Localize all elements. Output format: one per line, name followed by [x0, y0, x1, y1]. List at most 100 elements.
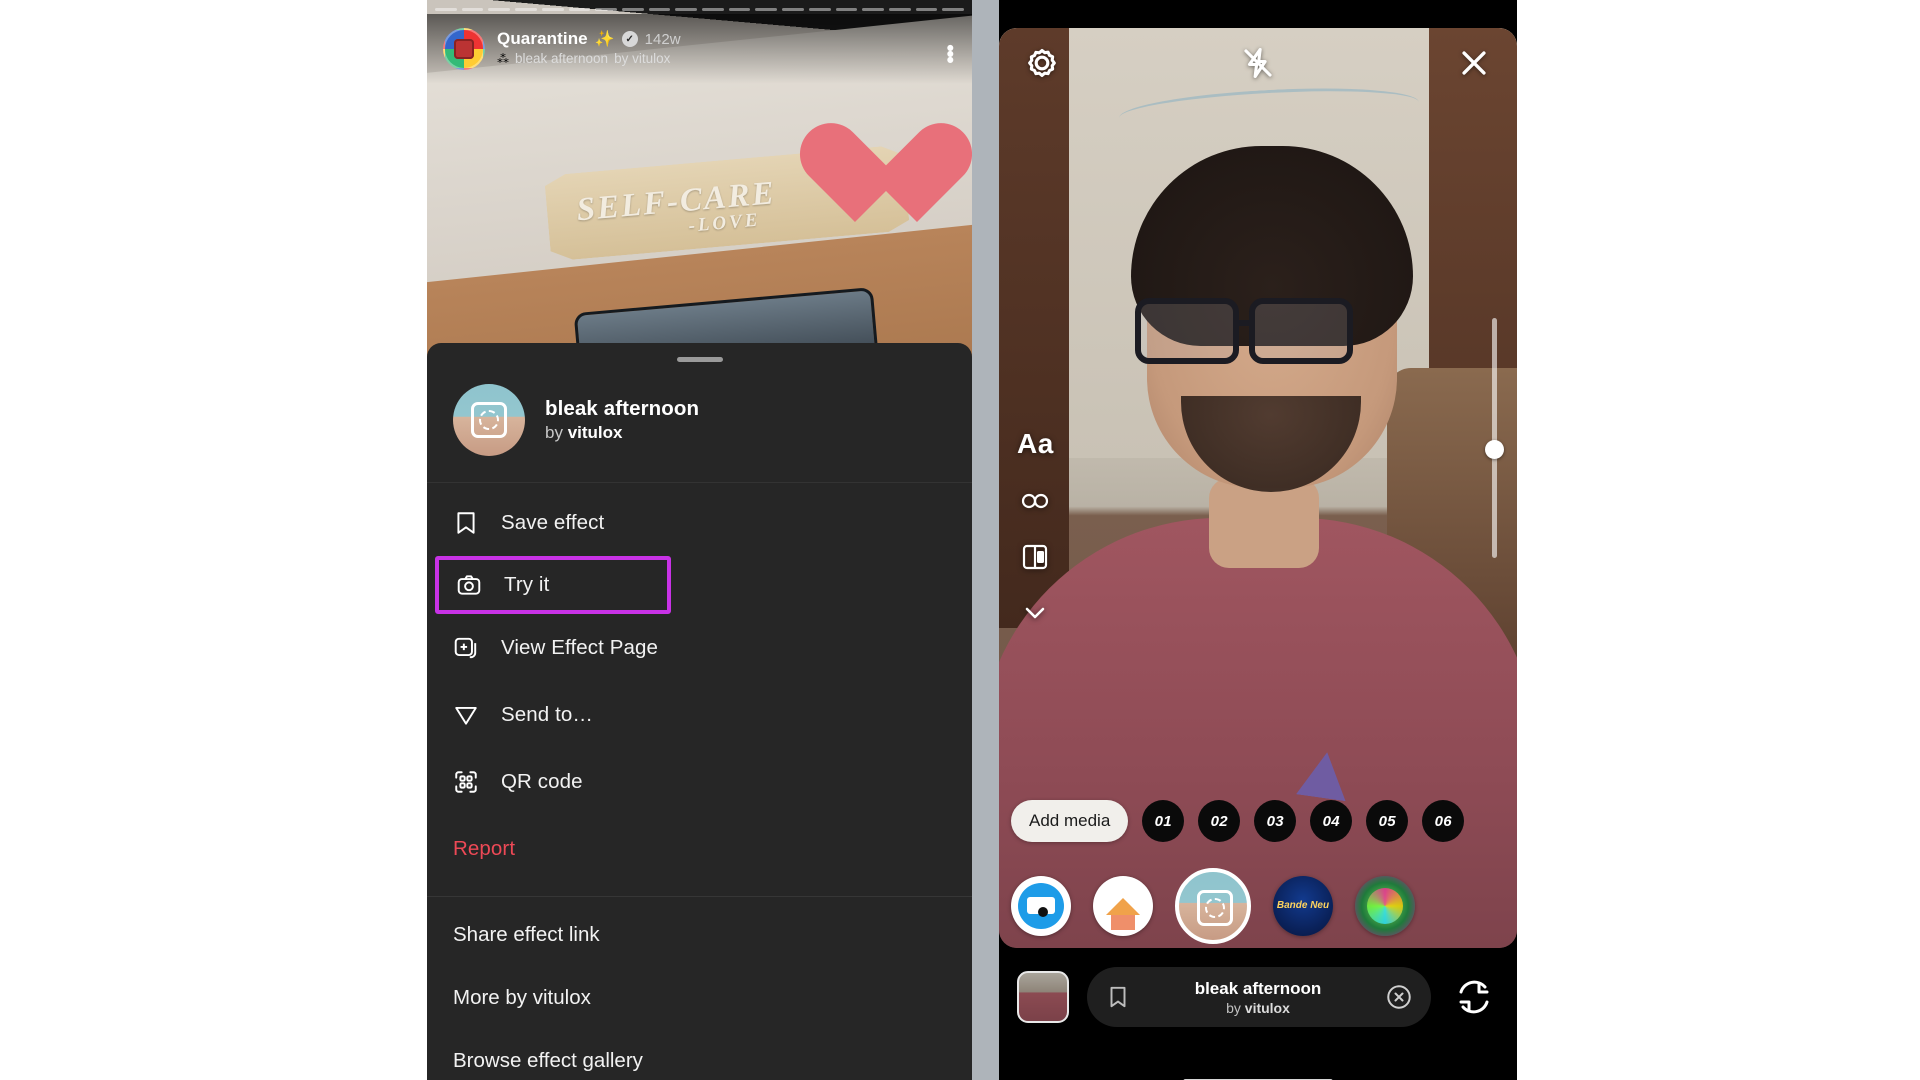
- media-slot-chip[interactable]: 06: [1422, 800, 1465, 842]
- story-username[interactable]: Quarantine: [497, 29, 588, 49]
- progress-segment: [915, 8, 938, 11]
- bookmark-icon[interactable]: [1105, 984, 1131, 1010]
- progress-segment: [755, 8, 778, 11]
- story-effect-author: by vitulox: [614, 51, 671, 66]
- story-avatar[interactable]: [443, 28, 485, 70]
- effect-thumb-house[interactable]: [1093, 876, 1153, 936]
- banner-main-text: SELF: [575, 184, 669, 229]
- progress-segment: [648, 8, 671, 11]
- media-slot-chip[interactable]: 04: [1310, 800, 1353, 842]
- boomerang-icon[interactable]: [1020, 486, 1050, 516]
- menu-item-report[interactable]: Report: [427, 815, 972, 882]
- progress-segment: [728, 8, 751, 11]
- sheet-effect-author-line: by vitulox: [545, 423, 699, 443]
- bookmark-icon: [453, 510, 479, 536]
- effect-name-text-group: bleak afternoon by vitulox: [1131, 979, 1385, 1016]
- sparkles-icon: ✨: [594, 31, 615, 48]
- effect-link-list: Share effect link More by vitulox Browse…: [427, 897, 972, 1080]
- progress-segment: [782, 8, 804, 11]
- effect-thumb-night-blue[interactable]: Bande Neu: [1273, 876, 1333, 936]
- eyeglass-left: [1135, 298, 1239, 364]
- effect-carousel: Bande Neu: [1011, 868, 1517, 944]
- progress-segment: [595, 8, 617, 11]
- menu-item-label: QR code: [501, 769, 583, 793]
- progress-segment: [888, 8, 911, 11]
- person-beard: [1181, 396, 1361, 492]
- menu-item-send-to[interactable]: Send to…: [427, 681, 972, 748]
- menu-item-label: Try it: [504, 573, 550, 596]
- effect-name-pill: bleak afternoon by vitulox: [1087, 967, 1431, 1027]
- link-item-share-effect-link[interactable]: Share effect link: [427, 903, 972, 966]
- story-timestamp: 142w: [644, 30, 681, 48]
- verified-badge-icon: ✓: [621, 31, 638, 47]
- story-more-options-icon[interactable]: • • •: [947, 38, 954, 71]
- layout-icon[interactable]: [1020, 542, 1050, 572]
- story-effect-name: bleak afternoon: [515, 51, 609, 66]
- story-header-text: Quarantine ✨ ✓ 142w ⁂ bleak afternoon by…: [497, 28, 681, 66]
- chevron-down-icon[interactable]: [1020, 598, 1050, 628]
- add-media-row: Add media 01 02 03 04 05 06: [1011, 800, 1507, 842]
- link-item-more-by-author[interactable]: More by vitulox: [427, 966, 972, 1029]
- paper-plane-icon: [453, 702, 479, 728]
- menu-item-label: Send to…: [501, 702, 593, 726]
- menu-item-label: View Effect Page: [501, 635, 658, 659]
- qr-code-icon: [453, 769, 479, 795]
- close-icon[interactable]: [1457, 46, 1491, 80]
- sheet-effect-author: vitulox: [567, 423, 623, 442]
- camera-icon: [456, 572, 482, 598]
- media-slot-chip[interactable]: 05: [1366, 800, 1409, 842]
- right-phone-screen: Aa Add media 01 02 03 04 05 06 Bande Neu…: [999, 0, 1517, 1080]
- zoom-slider-knob[interactable]: [1485, 440, 1504, 459]
- progress-segment: [435, 8, 457, 11]
- effect-name-author-line: by vitulox: [1131, 1000, 1385, 1016]
- effect-thumb-selected-bleak-afternoon[interactable]: [1175, 868, 1251, 944]
- effect-thumb-browse[interactable]: [1011, 876, 1071, 936]
- text-tool[interactable]: Aa: [1017, 428, 1054, 460]
- menu-item-try-it[interactable]: Try it: [435, 556, 671, 614]
- menu-item-save-effect[interactable]: Save effect: [427, 489, 972, 556]
- eyeglass-bridge: [1235, 320, 1255, 326]
- progress-segment: [541, 8, 564, 11]
- sheet-effect-meta: bleak afternoon by vitulox: [545, 397, 699, 443]
- story-effect-attribution[interactable]: ⁂ bleak afternoon by vitulox: [497, 51, 681, 66]
- story-header: Quarantine ✨ ✓ 142w ⁂ bleak afternoon by…: [427, 14, 972, 84]
- camera-top-bar: [999, 28, 1517, 98]
- add-to-collection-icon: [453, 635, 479, 661]
- effect-options-menu: Save effect Try it View Effect Page Send…: [427, 483, 972, 882]
- gear-icon[interactable]: [1025, 46, 1059, 80]
- story-header-primary-line: Quarantine ✨ ✓ 142w: [497, 29, 681, 49]
- gallery-thumbnail-button[interactable]: [1017, 971, 1069, 1023]
- progress-segment: [675, 8, 698, 11]
- effect-name-author: vitulox: [1244, 999, 1290, 1016]
- flip-camera-icon[interactable]: [1449, 972, 1499, 1022]
- menu-item-view-effect-page[interactable]: View Effect Page: [427, 614, 972, 681]
- close-circle-icon[interactable]: [1385, 983, 1413, 1011]
- zoom-slider-track[interactable]: [1492, 318, 1497, 558]
- gutter-divider: [972, 0, 999, 1080]
- progress-segment: [568, 8, 591, 11]
- camera-viewport[interactable]: Aa Add media 01 02 03 04 05 06 Bande Neu: [999, 28, 1517, 948]
- media-slot-chip[interactable]: 02: [1198, 800, 1241, 842]
- progress-segment: [808, 8, 831, 11]
- left-phone-screen: SELF-CARE -LOVE Quarantine ✨ ✓ 142w ⁂ bl…: [427, 0, 972, 1080]
- effect-options-bottom-sheet: bleak afternoon by vitulox Save effect T…: [427, 343, 972, 1080]
- effect-thumbnail: [453, 384, 525, 456]
- story-progress-bars[interactable]: [435, 8, 965, 12]
- add-media-button[interactable]: Add media: [1011, 800, 1129, 842]
- progress-segment: [488, 8, 511, 11]
- effect-sparkle-icon: ⁂: [497, 51, 509, 66]
- effect-name-title: bleak afternoon: [1194, 978, 1322, 998]
- media-slot-chip[interactable]: 01: [1142, 800, 1185, 842]
- progress-segment: [461, 8, 484, 11]
- link-item-browse-effect-gallery[interactable]: Browse effect gallery: [427, 1029, 972, 1080]
- progress-segment: [702, 8, 724, 11]
- sheet-effect-header[interactable]: bleak afternoon by vitulox: [427, 362, 972, 483]
- flash-off-icon[interactable]: [1241, 46, 1275, 80]
- link-item-label: Browse effect gallery: [453, 1048, 643, 1072]
- progress-segment: [621, 8, 644, 11]
- link-item-label: More by vitulox: [453, 985, 591, 1009]
- menu-item-qr-code[interactable]: QR code: [427, 748, 972, 815]
- effect-thumb-colorful[interactable]: [1355, 876, 1415, 936]
- media-slot-chip[interactable]: 03: [1254, 800, 1297, 842]
- sheet-effect-by-prefix: by: [545, 423, 563, 442]
